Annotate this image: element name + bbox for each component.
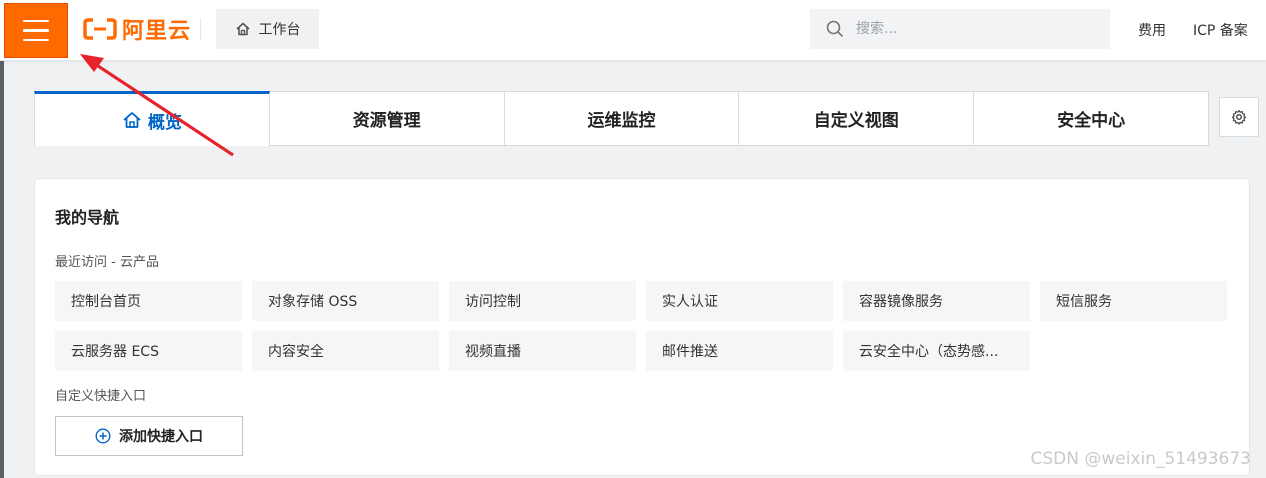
recent-products-label: 最近访问 - 云产品 — [55, 255, 159, 270]
plus-circle-icon — [95, 428, 111, 444]
top-bar: 阿里云 工作台 费用 ICP 备案 — [0, 0, 1266, 61]
nav-item-container-registry[interactable]: 容器镜像服务 — [843, 281, 1030, 321]
add-shortcut-label: 添加快捷入口 — [119, 429, 203, 445]
left-edge-bar — [0, 60, 4, 478]
nav-item-oss[interactable]: 对象存储 OSS — [252, 281, 439, 321]
logo-text: 阿里云 — [122, 19, 192, 44]
card-title: 我的导航 — [55, 208, 120, 227]
tab-settings-button[interactable] — [1219, 97, 1259, 137]
search-input[interactable] — [854, 20, 1088, 38]
tab-label: 概览 — [147, 112, 182, 133]
nav-item-content-security[interactable]: 内容安全 — [252, 331, 439, 371]
nav-item-sms[interactable]: 短信服务 — [1040, 281, 1227, 321]
workbench-button[interactable]: 工作台 — [216, 9, 319, 49]
home-icon — [235, 22, 250, 36]
tab-overview[interactable]: 概览 — [34, 91, 270, 146]
nav-item-live-video[interactable]: 视频直播 — [449, 331, 636, 371]
divider — [200, 18, 201, 40]
my-navigation-card: 我的导航 最近访问 - 云产品 控制台首页 对象存储 OSS 访问控制 实人认证… — [34, 178, 1250, 476]
tab-custom-view[interactable]: 自定义视图 — [739, 91, 975, 146]
nav-item-console-home[interactable]: 控制台首页 — [55, 281, 242, 321]
nav-item-email-push[interactable]: 邮件推送 — [646, 331, 833, 371]
aliyun-logo-mark-icon — [83, 18, 117, 40]
hamburger-menu-button[interactable] — [4, 3, 68, 58]
add-shortcut-button[interactable]: 添加快捷入口 — [55, 416, 243, 456]
custom-shortcuts-label: 自定义快捷入口 — [55, 389, 147, 404]
icp-filing-link[interactable]: ICP 备案 — [1193, 20, 1248, 40]
menu-icon-line — [23, 29, 49, 32]
tab-security-center[interactable]: 安全中心 — [974, 91, 1209, 146]
tab-label: 资源管理 — [352, 111, 421, 131]
nav-item-cloud-security-center[interactable]: 云安全中心（态势感... — [843, 331, 1030, 371]
tab-resource-management[interactable]: 资源管理 — [269, 91, 505, 146]
search-icon — [826, 20, 844, 38]
tab-label: 自定义视图 — [813, 111, 899, 131]
gear-icon — [1231, 109, 1247, 125]
menu-icon-line — [23, 38, 49, 42]
recent-products-grid: 控制台首页 对象存储 OSS 访问控制 实人认证 容器镜像服务 短信服务 云服务… — [55, 281, 1231, 371]
tab-label: 运维监控 — [587, 111, 656, 131]
billing-link[interactable]: 费用 — [1138, 20, 1166, 40]
nav-item-real-person-auth[interactable]: 实人认证 — [646, 281, 833, 321]
menu-icon-line — [23, 19, 49, 23]
search-box[interactable] — [810, 9, 1110, 49]
nav-item-access-control[interactable]: 访问控制 — [449, 281, 636, 321]
home-icon — [123, 112, 141, 128]
aliyun-logo[interactable]: 阿里云 — [82, 14, 191, 44]
nav-item-ecs[interactable]: 云服务器 ECS — [55, 331, 242, 371]
tab-ops-monitoring[interactable]: 运维监控 — [504, 91, 740, 146]
watermark: CSDN @weixin_51493673 — [1030, 449, 1251, 469]
tab-label: 安全中心 — [1057, 111, 1126, 131]
main-tabs: 概览 资源管理 运维监控 自定义视图 安全中心 — [34, 91, 1209, 146]
workbench-label: 工作台 — [258, 22, 301, 38]
